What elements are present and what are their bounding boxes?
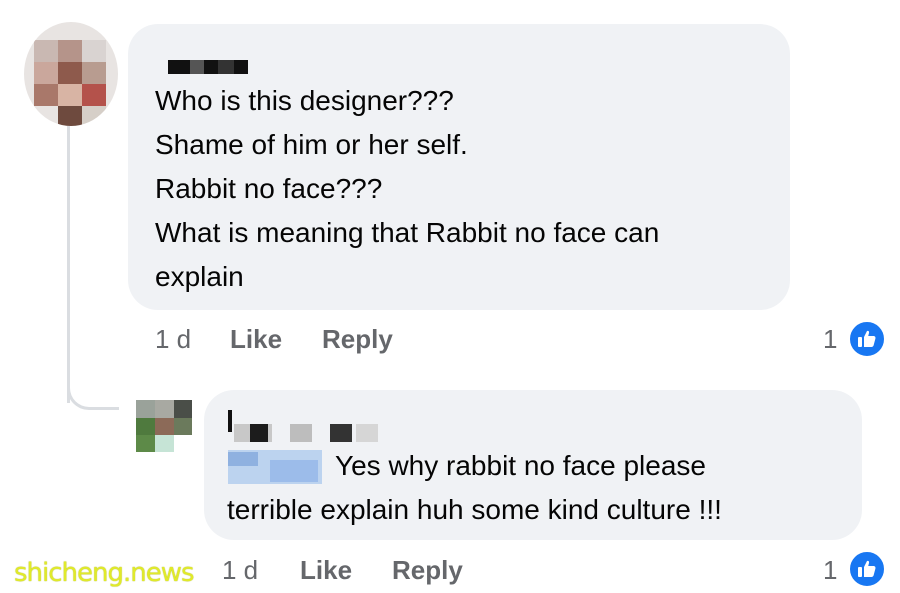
reply-timestamp[interactable]: 1 d — [222, 555, 258, 586]
comment-text-line: Shame of him or her self. — [155, 129, 468, 160]
redacted-author-name — [168, 60, 248, 74]
reply-text-line: terrible explain huh some kind culture !… — [227, 494, 722, 525]
thread-connector — [67, 370, 119, 410]
like-button[interactable]: Like — [300, 555, 352, 586]
thread-line — [67, 120, 70, 403]
watermark: shicheng.news — [14, 558, 195, 588]
redacted-author-name — [228, 410, 232, 432]
comment-text-line: Rabbit no face??? — [155, 173, 383, 204]
reaction-count[interactable]: 1 — [823, 324, 837, 355]
comment-text-line: explain — [155, 261, 244, 292]
reply-button[interactable]: Reply — [392, 555, 463, 586]
reply-button[interactable]: Reply — [322, 324, 393, 355]
avatar[interactable] — [24, 22, 118, 126]
avatar[interactable] — [136, 400, 192, 452]
thumbs-up-icon[interactable] — [848, 550, 886, 588]
comment-text-line: Who is this designer??? — [155, 85, 454, 116]
reply-text-line: Yes why rabbit no face please — [335, 450, 706, 481]
comment-text-line: What is meaning that Rabbit no face can — [155, 217, 660, 248]
comment-timestamp[interactable]: 1 d — [155, 324, 191, 355]
reaction-count[interactable]: 1 — [823, 555, 837, 586]
like-button[interactable]: Like — [230, 324, 282, 355]
thumbs-up-icon[interactable] — [848, 320, 886, 358]
